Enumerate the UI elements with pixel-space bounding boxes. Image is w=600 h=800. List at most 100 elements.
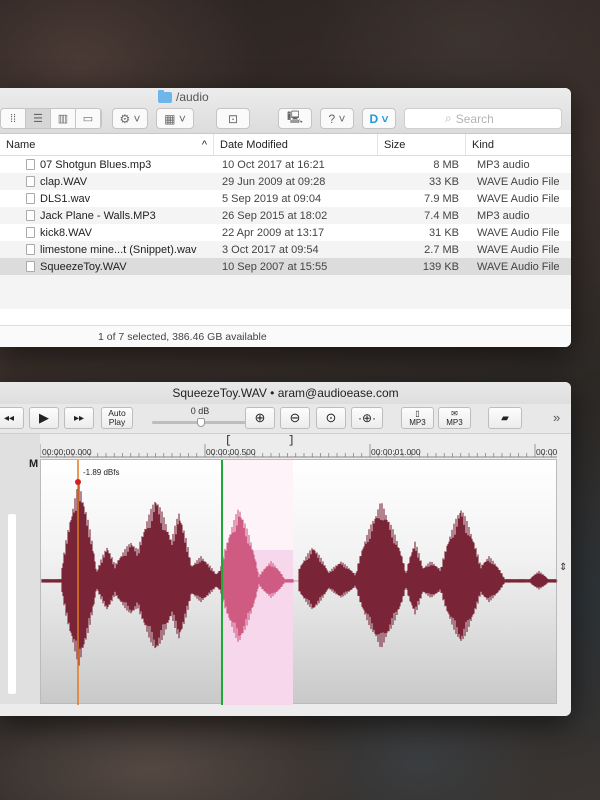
column-kind-label: Kind: [472, 139, 495, 151]
file-icon: [26, 261, 35, 272]
app-button[interactable]: D ˅: [362, 108, 396, 129]
file-kind: WAVE Audio File: [477, 226, 560, 239]
timecode-1: 00:00:00.500: [206, 447, 256, 457]
path-label: /audio: [176, 90, 209, 104]
list-view-icon[interactable]: ☰: [26, 109, 51, 128]
email-mp3-button[interactable]: ✉ MP3: [438, 407, 471, 429]
gallery-view-icon[interactable]: ▭: [76, 109, 101, 128]
gain-label: 0 dB: [190, 406, 210, 416]
fast-forward-button[interactable]: ▸▸: [64, 407, 94, 429]
audio-editor-window: SqueezeToy.WAV • aram@audioease.com ◂◂ ▶…: [0, 382, 571, 716]
column-header: Name ^ Date Modified Size Kind: [0, 134, 571, 156]
selection-start-bracket[interactable]: [: [225, 435, 232, 447]
zoom-out-button[interactable]: ⊖: [280, 407, 310, 429]
empty-row: [0, 292, 571, 309]
new-folder-icon: ⊡: [227, 111, 239, 126]
finder-window: /audio ⁞⁞ ☰ ▥ ▭ ⚙ ˅ ▦ ˅ ⊡ 🖳 ? ˅ D ˅ ⌕ Se…: [0, 88, 571, 347]
file-list: 07 Shotgun Blues.mp3 10 Oct 2017 at 16:2…: [0, 156, 571, 309]
file-row[interactable]: clap.WAV 29 Jun 2009 at 09:28 33 KB WAVE…: [0, 173, 571, 190]
zoom-fit-icon: ·⊕·: [357, 411, 377, 425]
column-name-label: Name: [6, 139, 36, 151]
file-row[interactable]: limestone mine...t (Snippet).wav 3 Oct 2…: [0, 241, 571, 258]
file-kind: MP3 audio: [477, 158, 530, 171]
gain-slider-thumb[interactable]: [197, 418, 205, 427]
overflow-chevron-icon[interactable]: »: [553, 410, 560, 425]
waveform[interactable]: -1.89 dBfs: [41, 460, 558, 705]
empty-row: [0, 275, 571, 292]
file-name: Jack Plane - Walls.MP3: [40, 209, 156, 222]
export-mp3-button[interactable]: ▯ MP3: [401, 407, 434, 429]
action-gear-button[interactable]: ⚙ ˅: [112, 108, 148, 129]
resize-handle-icon[interactable]: ⇕: [559, 562, 567, 573]
column-date[interactable]: Date Modified: [214, 134, 378, 155]
file-row[interactable]: Jack Plane - Walls.MP3 26 Sep 2015 at 18…: [0, 207, 571, 224]
zoom-selection-button[interactable]: ⊙: [316, 407, 346, 429]
zoom-fit-button[interactable]: ·⊕·: [351, 407, 383, 429]
timecode-3: 00:00:01.500: [536, 447, 557, 457]
file-row[interactable]: DLS1.wav 5 Sep 2019 at 09:04 7.9 MB WAVE…: [0, 190, 571, 207]
help-button[interactable]: ? ˅: [320, 108, 354, 129]
gear-icon: ⚙ ˅: [119, 111, 141, 126]
file-kind: WAVE Audio File: [477, 243, 560, 256]
file-size: 7.4 MB: [424, 209, 459, 222]
file-size: 2.7 MB: [424, 243, 459, 256]
file-size: 8 MB: [433, 158, 459, 171]
channel-sidebar: M 1: [0, 434, 46, 704]
file-name: clap.WAV: [40, 175, 88, 188]
column-view-icon[interactable]: ▥: [51, 109, 76, 128]
editor-title: SqueezeToy.WAV • aram@audioease.com: [0, 382, 571, 404]
mp3-label: MP3: [446, 418, 463, 427]
column-kind[interactable]: Kind: [466, 134, 500, 155]
file-icon: [26, 176, 35, 187]
peak-label: -1.89 dBfs: [83, 468, 119, 477]
file-row-selected[interactable]: SqueezeToy.WAV 10 Sep 2007 at 15:55 139 …: [0, 258, 571, 275]
connect-button[interactable]: 🖳: [278, 108, 312, 129]
file-icon: [26, 159, 35, 170]
zoom-in-button[interactable]: ⊕: [245, 407, 275, 429]
icon-view-icon[interactable]: ⁞⁞: [1, 109, 26, 128]
new-folder-button[interactable]: ⊡: [216, 108, 250, 129]
search-field[interactable]: ⌕ Search: [404, 108, 562, 129]
file-name: limestone mine...t (Snippet).wav: [40, 243, 197, 256]
file-kind: WAVE Audio File: [477, 260, 560, 273]
file-date: 22 Apr 2009 at 13:17: [222, 226, 325, 239]
search-placeholder: Search: [455, 111, 494, 126]
file-row[interactable]: 07 Shotgun Blues.mp3 10 Oct 2017 at 16:2…: [0, 156, 571, 173]
timecode-0: 00:00:00.000: [42, 447, 92, 457]
time-ruler: [ ] 00:00:00.000 00:00:00.500 00:00:01.0…: [40, 435, 557, 458]
column-size[interactable]: Size: [378, 134, 466, 155]
selection-end-bracket[interactable]: ]: [288, 435, 295, 447]
view-mode-switch[interactable]: ⁞⁞ ☰ ▥ ▭: [0, 108, 102, 129]
column-size-label: Size: [384, 139, 406, 151]
window-path: /audio: [158, 89, 209, 104]
column-name[interactable]: Name ^: [0, 134, 214, 155]
question-icon: ? ˅: [328, 111, 346, 126]
rewind-button[interactable]: ◂◂: [0, 407, 24, 429]
file-size: 31 KB: [429, 226, 459, 239]
auto-play-button[interactable]: Auto Play: [101, 407, 133, 429]
play-button[interactable]: ▶: [29, 407, 59, 429]
search-icon: ⌕: [445, 111, 452, 125]
file-row[interactable]: kick8.WAV 22 Apr 2009 at 13:17 31 KB WAV…: [0, 224, 571, 241]
column-date-label: Date Modified: [220, 139, 288, 151]
zoom-selection-icon: ⊙: [325, 410, 337, 425]
file-date: 10 Oct 2017 at 16:21: [222, 158, 325, 171]
file-name: 07 Shotgun Blues.mp3: [40, 158, 152, 171]
play-icon: ▶: [39, 410, 49, 425]
file-kind: MP3 audio: [477, 209, 530, 222]
group-icon: ▦ ˅: [164, 111, 186, 126]
gain-slider[interactable]: 0 dB: [152, 406, 248, 432]
zoom-out-icon: ⊖: [289, 410, 301, 425]
sort-ascending-icon: ^: [201, 139, 207, 151]
file-kind: WAVE Audio File: [477, 175, 560, 188]
file-size: 139 KB: [422, 260, 459, 273]
export-folder-button[interactable]: ▰: [488, 407, 522, 429]
group-button[interactable]: ▦ ˅: [156, 108, 194, 129]
waveform-area[interactable]: -1.89 dBfs: [40, 459, 558, 705]
file-kind: WAVE Audio File: [477, 192, 560, 205]
zoom-in-icon: ⊕: [254, 410, 266, 425]
file-icon: [26, 244, 35, 255]
file-date: 26 Sep 2015 at 18:02: [222, 209, 328, 222]
file-date: 5 Sep 2019 at 09:04: [222, 192, 322, 205]
level-meter: [8, 514, 16, 694]
